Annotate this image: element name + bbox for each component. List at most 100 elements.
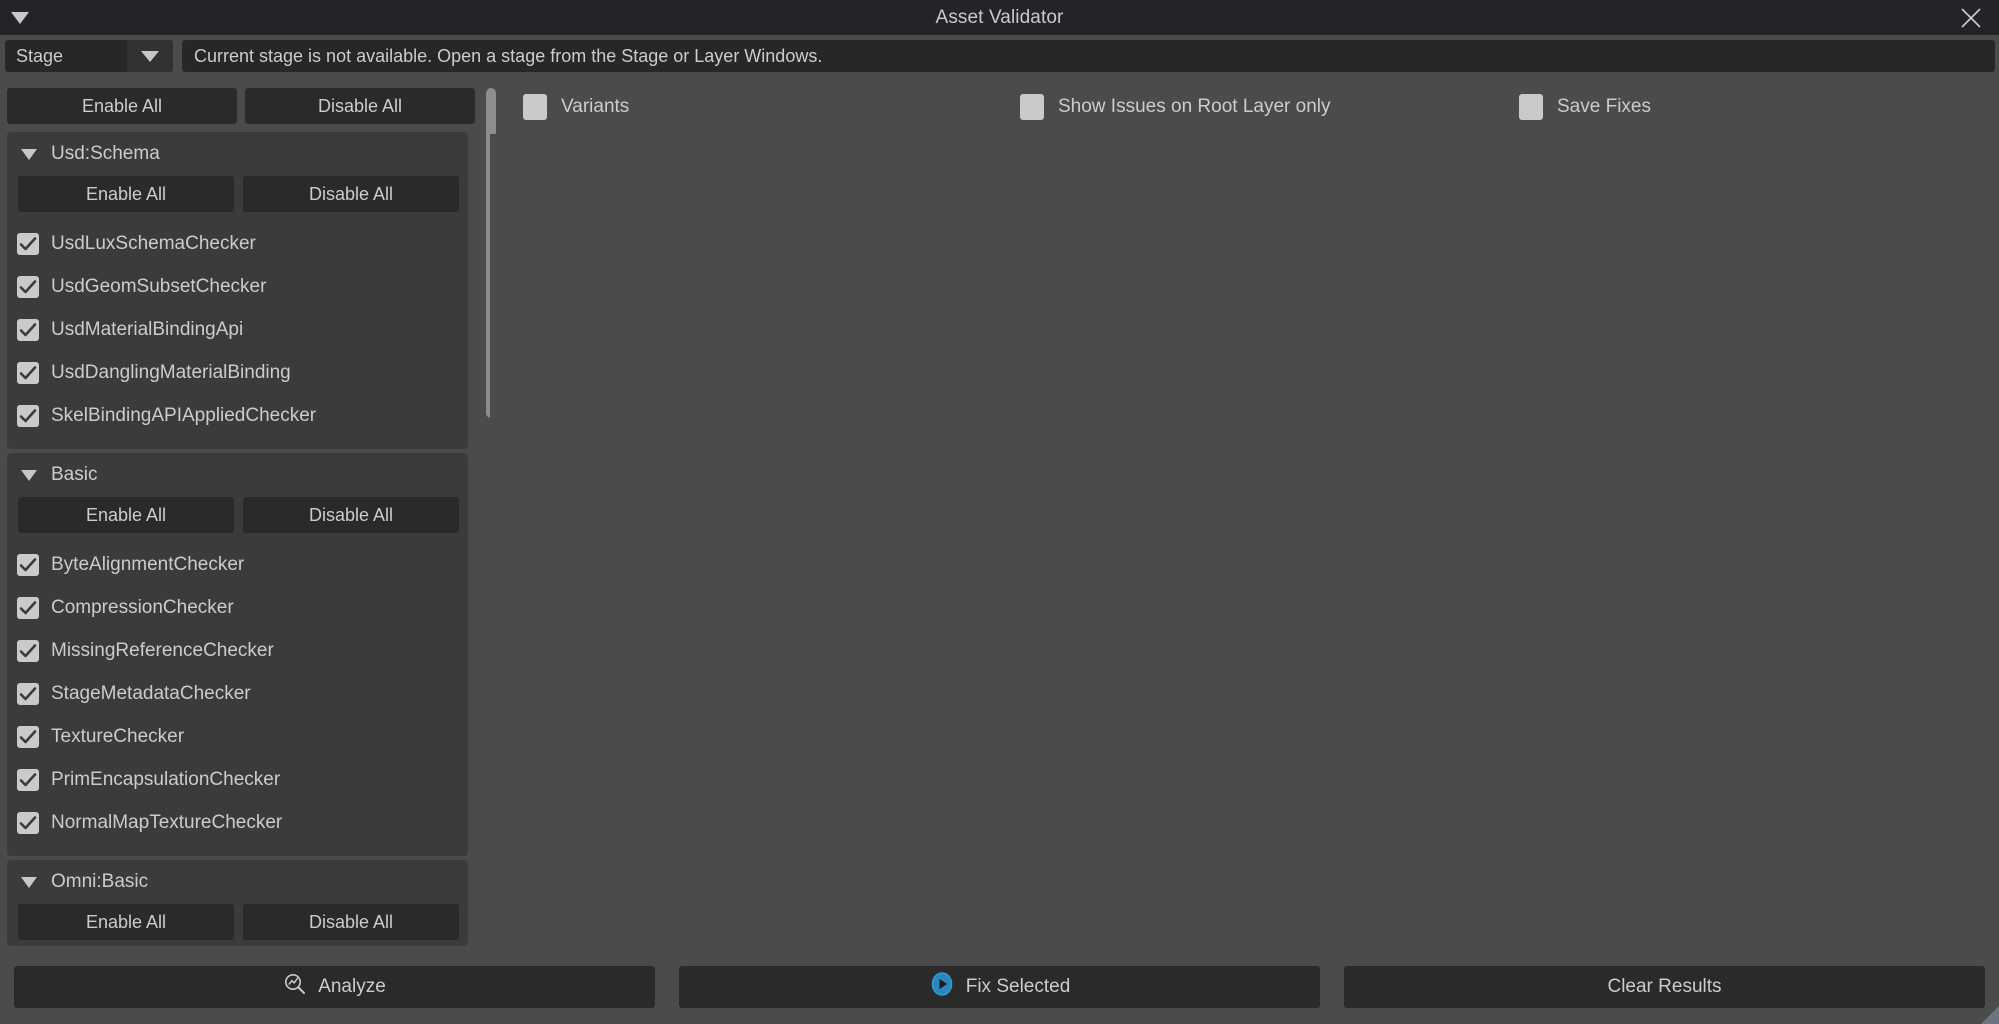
rule-item-label: UsdDanglingMaterialBinding (51, 361, 291, 383)
stage-selector-value: Stage (16, 45, 64, 66)
rule-item-checkbox[interactable] (17, 596, 39, 619)
rule-item[interactable]: StageMetadataChecker (7, 672, 468, 715)
rule-item-checkbox[interactable] (17, 682, 39, 705)
stage-selector[interactable]: Stage (5, 40, 173, 72)
analyze-button-label: Analyze (318, 976, 386, 997)
checkmark-icon (19, 772, 37, 786)
window-title: Asset Validator (935, 7, 1064, 28)
rule-group-title: Omni:Basic (51, 871, 149, 892)
master-enable-disable-row: Enable All Disable All (0, 80, 480, 132)
rule-item[interactable]: UsdMaterialBindingApi (7, 308, 468, 351)
rule-item-label: UsdMaterialBindingApi (51, 318, 244, 340)
analyze-magnifier-icon (283, 972, 307, 1002)
triangle-down-icon (21, 469, 37, 481)
checkmark-icon (19, 279, 37, 293)
rule-item-checkbox[interactable] (17, 318, 39, 341)
rule-item[interactable]: ByteAlignmentChecker (7, 543, 468, 586)
rule-item[interactable]: MissingReferenceChecker (7, 629, 468, 672)
checkmark-icon (19, 322, 37, 336)
rule-item-label: NormalMapTextureChecker (51, 811, 283, 833)
rule-item-label: StageMetadataChecker (51, 682, 251, 704)
rule-item[interactable]: CompressionChecker (7, 586, 468, 629)
checkmark-icon (19, 236, 37, 250)
group-enable-all-button[interactable]: Enable All (18, 904, 234, 940)
group-enable-all-button[interactable]: Enable All (18, 176, 234, 212)
group-disable-all-button[interactable]: Disable All (243, 176, 459, 212)
rule-item-checkbox[interactable] (17, 725, 39, 748)
rule-item-list: UsdLuxSchemaChecker UsdGeomSubsetChecker U… (7, 212, 468, 443)
rule-group-header[interactable]: Usd:Schema (7, 132, 468, 176)
rules-scroll-area[interactable]: Usd:Schema Enable All Disable All UsdLuxSch… (0, 132, 480, 1024)
rule-item-label: CompressionChecker (51, 596, 234, 618)
rule-item[interactable]: UsdLuxSchemaChecker (7, 222, 468, 265)
group-disable-all-button[interactable]: Disable All (243, 904, 459, 940)
group-disable-all-button[interactable]: Disable All (243, 497, 459, 533)
checkmark-icon (19, 557, 37, 571)
variants-checkbox[interactable] (523, 94, 547, 120)
results-area (490, 134, 1999, 950)
rule-item-checkbox[interactable] (17, 275, 39, 298)
clear-results-button[interactable]: Clear Results (1344, 966, 1985, 1008)
rule-item-checkbox[interactable] (17, 404, 39, 427)
fix-selected-button-label: Fix Selected (965, 976, 1071, 997)
rule-group-enable-disable-row: Enable All Disable All (7, 176, 468, 212)
rule-item[interactable]: SkelBindingAPIAppliedChecker (7, 394, 468, 437)
rule-item-label: SkelBindingAPIAppliedChecker (51, 404, 317, 426)
stage-bar: Stage Current stage is not available. Op… (0, 35, 1999, 75)
rule-item-checkbox[interactable] (17, 232, 39, 255)
root-layer-label: Show Issues on Root Layer only (1058, 96, 1331, 117)
analyze-button[interactable]: Analyze (14, 966, 655, 1008)
checkmark-icon (19, 365, 37, 379)
window-titlebar: Asset Validator (0, 0, 1999, 35)
checkmark-icon (19, 686, 37, 700)
save-fixes-checkbox[interactable] (1519, 94, 1543, 120)
rules-panel: Enable All Disable All Usd:Schema Enable … (0, 80, 480, 950)
chevron-down-icon[interactable] (127, 40, 173, 72)
enable-all-button[interactable]: Enable All (7, 88, 237, 124)
rule-item-checkbox[interactable] (17, 639, 39, 662)
rule-item-checkbox[interactable] (17, 811, 39, 834)
rule-group-title: Usd:Schema (51, 143, 160, 164)
fix-selected-button[interactable]: Fix Selected (679, 966, 1320, 1008)
checkmark-icon (19, 815, 37, 829)
rule-group-title: Basic (51, 464, 98, 485)
close-icon[interactable] (1959, 6, 1983, 30)
rule-item-label: UsdLuxSchemaChecker (51, 232, 256, 254)
resize-grip[interactable] (1977, 1002, 1999, 1024)
triangle-down-icon (21, 148, 37, 160)
asset-validator-window: Asset Validator Stage Current stage is n… (0, 0, 1999, 1024)
rule-item-list: ByteAlignmentChecker CompressionChecker Mi… (7, 533, 468, 850)
rules-group-list: Usd:Schema Enable All Disable All UsdLuxSch… (0, 132, 480, 950)
rule-item-checkbox[interactable] (17, 553, 39, 576)
rule-group-header[interactable]: Basic (7, 453, 468, 497)
rule-item-label: ByteAlignmentChecker (51, 553, 245, 575)
stage-status-message: Current stage is not available. Open a s… (182, 40, 1995, 72)
variants-label: Variants (561, 96, 630, 117)
triangle-down-icon (21, 876, 37, 888)
rule-item-checkbox[interactable] (17, 768, 39, 791)
rule-item[interactable]: PrimEncapsulationChecker (7, 758, 468, 801)
rule-item-label: MissingReferenceChecker (51, 639, 274, 661)
checkmark-icon (19, 729, 37, 743)
option-variants[interactable]: Variants (523, 94, 629, 120)
rule-group: Omni:Basic Enable All Disable All (7, 860, 468, 946)
rule-item[interactable]: TextureChecker (7, 715, 468, 758)
rule-group-enable-disable-row: Enable All Disable All (7, 904, 468, 940)
rule-item-checkbox[interactable] (17, 361, 39, 384)
rule-item-label: TextureChecker (51, 725, 185, 747)
group-enable-all-button[interactable]: Enable All (18, 497, 234, 533)
root-layer-checkbox[interactable] (1020, 94, 1044, 120)
rule-item[interactable]: NormalMapTextureChecker (7, 801, 468, 844)
rule-item-label: PrimEncapsulationChecker (51, 768, 281, 790)
option-show-issues-root-layer-only[interactable]: Show Issues on Root Layer only (1020, 94, 1331, 120)
play-circle-icon (929, 971, 955, 1003)
rule-group: Usd:Schema Enable All Disable All UsdLuxSch… (7, 132, 468, 449)
rule-item[interactable]: UsdDanglingMaterialBinding (7, 351, 468, 394)
rule-group-enable-disable-row: Enable All Disable All (7, 497, 468, 533)
option-save-fixes[interactable]: Save Fixes (1519, 94, 1651, 120)
disable-all-button[interactable]: Disable All (245, 88, 475, 124)
rule-group-header[interactable]: Omni:Basic (7, 860, 468, 904)
save-fixes-label: Save Fixes (1557, 96, 1651, 117)
rule-item[interactable]: UsdGeomSubsetChecker (7, 265, 468, 308)
footer-actions: Analyze Fix Selected Clear Results (0, 950, 1999, 1024)
